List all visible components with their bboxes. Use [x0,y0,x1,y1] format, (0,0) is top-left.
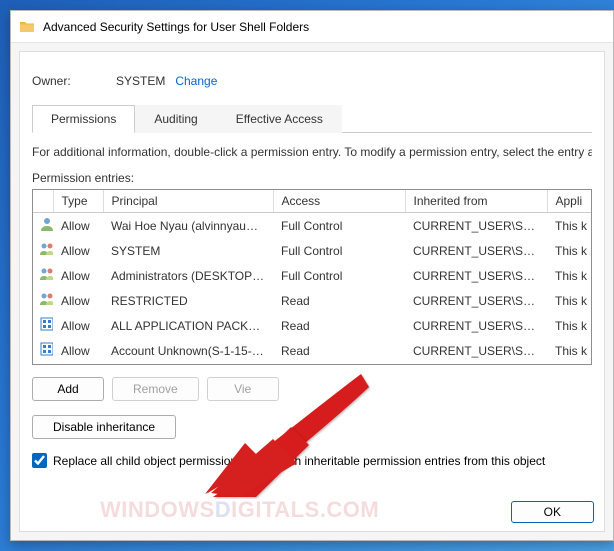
cell-access: Read [273,288,405,313]
owner-row: Owner: SYSTEM Change [32,74,592,88]
app-package-icon [39,316,53,332]
cell-applies: This k [547,338,592,363]
app-package-icon [39,341,53,357]
cell-inherited: CURRENT_USER\Softw... [405,213,547,239]
cell-principal: RESTRICTED [103,288,273,313]
owner-value: SYSTEM [116,74,165,88]
user-group-icon [39,266,53,282]
owner-change-link[interactable]: Change [175,74,217,88]
table-row[interactable]: AllowAccount Unknown(S-1-15-3-...ReadCUR… [33,338,592,363]
cell-inherited: CURRENT_USER\Softw... [405,313,547,338]
cell-inherited: CURRENT_USER\Softw... [405,263,547,288]
button-row: Add Remove Vie [32,377,592,401]
window-title: Advanced Security Settings for User Shel… [43,20,309,34]
tabs: Permissions Auditing Effective Access [32,104,592,133]
replace-child-row: Replace all child object permission entr… [32,453,592,468]
watermark: WINDOWSDIGITALS.COM [100,497,379,523]
folder-icon [19,19,35,35]
table-row[interactable]: AllowRESTRICTEDReadCURRENT_USER\Softw...… [33,288,592,313]
cell-applies: This k [547,213,592,239]
cell-inherited: CURRENT_USER\Softw... [405,238,547,263]
table-row[interactable]: AllowAdministrators (DESKTOP-HH...Full C… [33,263,592,288]
cell-type: Allow [53,313,103,338]
view-button: Vie [207,377,279,401]
cell-applies: This k [547,238,592,263]
cell-access: Full Control [273,263,405,288]
add-button[interactable]: Add [32,377,104,401]
replace-child-checkbox[interactable] [32,453,47,468]
cell-principal: SYSTEM [103,238,273,263]
col-applies[interactable]: Appli [547,190,592,213]
cell-type: Allow [53,263,103,288]
user-single-icon [39,216,53,232]
cell-inherited: CURRENT_USER\Softw... [405,338,547,363]
titlebar: Advanced Security Settings for User Shel… [11,11,613,43]
replace-child-label[interactable]: Replace all child object permission entr… [53,454,545,468]
cell-type: Allow [53,288,103,313]
cell-principal: Administrators (DESKTOP-HH... [103,263,273,288]
cell-principal: ALL APPLICATION PACKAGES [103,313,273,338]
dialog-window: Advanced Security Settings for User Shel… [10,10,614,541]
info-text: For additional information, double-click… [32,145,592,159]
table-header: Type Principal Access Inherited from App… [33,190,592,213]
ok-button[interactable]: OK [511,501,594,523]
cell-type: Allow [53,238,103,263]
owner-label: Owner: [32,74,116,88]
col-principal[interactable]: Principal [103,190,273,213]
cell-principal: Wai Hoe Nyau (alvinnyau@o... [103,213,273,239]
col-type[interactable]: Type [53,190,103,213]
table-row[interactable]: AllowSYSTEMFull ControlCURRENT_USER\Soft… [33,238,592,263]
col-inherited[interactable]: Inherited from [405,190,547,213]
cell-type: Allow [53,338,103,363]
cell-inherited: CURRENT_USER\Softw... [405,288,547,313]
cell-applies: This k [547,313,592,338]
tab-effective-access[interactable]: Effective Access [217,105,342,133]
cell-type: Allow [53,213,103,239]
cell-access: Read [273,338,405,363]
cell-access: Read [273,313,405,338]
remove-button: Remove [112,377,199,401]
content-pane: Owner: SYSTEM Change Permissions Auditin… [19,51,605,532]
cell-applies: This k [547,288,592,313]
cell-access: Full Control [273,213,405,239]
permissions-table: Type Principal Access Inherited from App… [32,189,592,365]
entries-label: Permission entries: [32,171,592,185]
disable-inheritance-button[interactable]: Disable inheritance [32,415,176,439]
tab-auditing[interactable]: Auditing [135,105,216,133]
user-group-icon [39,291,53,307]
col-access[interactable]: Access [273,190,405,213]
cell-access: Full Control [273,238,405,263]
tab-permissions[interactable]: Permissions [32,105,135,133]
cell-principal: Account Unknown(S-1-15-3-... [103,338,273,363]
cell-applies: This k [547,263,592,288]
table-row[interactable]: AllowALL APPLICATION PACKAGESReadCURRENT… [33,313,592,338]
table-row[interactable]: AllowWai Hoe Nyau (alvinnyau@o...Full Co… [33,213,592,239]
user-group-icon [39,241,53,257]
